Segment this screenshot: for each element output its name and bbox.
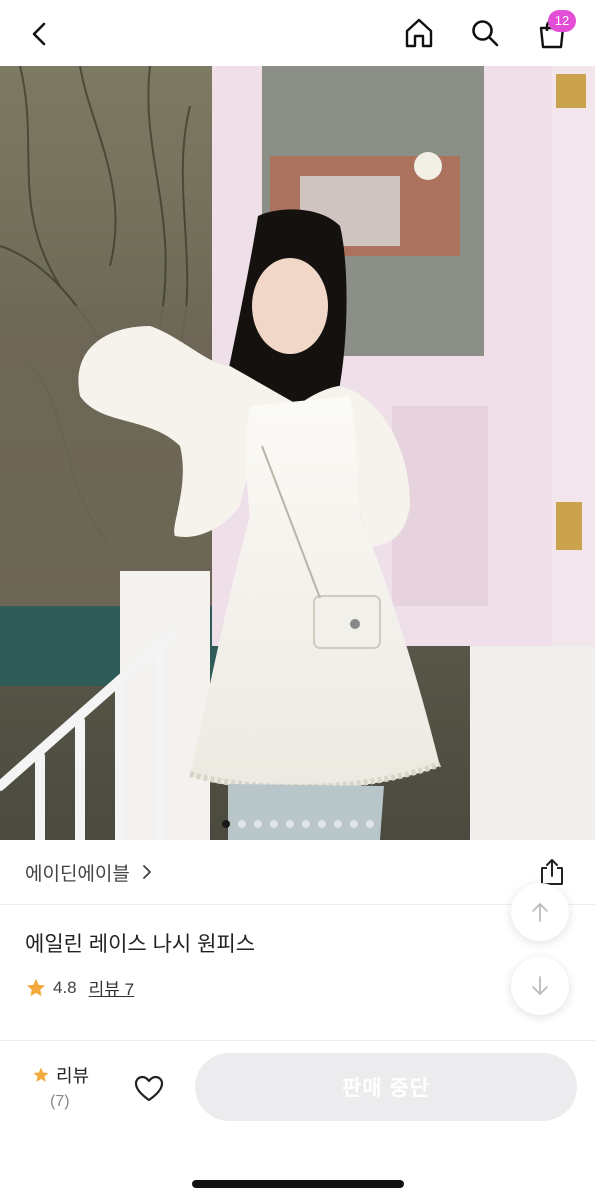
product-image-gallery[interactable] — [0, 66, 595, 840]
search-button[interactable] — [464, 12, 506, 54]
scroll-down-button[interactable] — [511, 957, 569, 1015]
chevron-right-icon — [142, 865, 151, 879]
review-tab-label: 리뷰 — [56, 1066, 90, 1086]
back-button[interactable] — [20, 14, 60, 54]
gallery-dot[interactable] — [317, 820, 326, 828]
home-icon — [405, 18, 433, 48]
home-indicator — [192, 1180, 404, 1188]
like-button[interactable] — [130, 1070, 168, 1108]
rating-row: 4.8 리뷰 7 — [25, 975, 134, 1000]
product-title: 에일린 레이스 나시 원피스 — [25, 933, 256, 956]
gallery-dot[interactable] — [253, 820, 262, 828]
gallery-dot[interactable] — [285, 820, 294, 828]
brand-row[interactable]: 에이딘에이블 — [0, 840, 595, 905]
brand-name[interactable]: 에이딘에이블 — [25, 859, 130, 886]
home-button[interactable] — [398, 12, 440, 54]
review-tab[interactable]: 리뷰 — [32, 1062, 89, 1088]
gallery-dot[interactable] — [301, 820, 310, 828]
gallery-dot[interactable] — [349, 820, 358, 828]
sold-out-button[interactable]: 판매 중단 — [195, 1053, 577, 1121]
gallery-dot[interactable] — [221, 820, 230, 828]
gallery-dot[interactable] — [237, 820, 246, 828]
gallery-dot[interactable] — [269, 820, 278, 828]
heart-icon — [134, 1075, 164, 1102]
rating-value: 4.8 — [53, 977, 77, 997]
gallery-pagination — [0, 820, 595, 828]
gallery-dot[interactable] — [333, 820, 342, 828]
review-link[interactable]: 리뷰 7 — [89, 975, 134, 1000]
top-bar: 12 — [0, 0, 595, 66]
gallery-dot[interactable] — [365, 820, 374, 828]
arrow-up-icon — [532, 903, 548, 922]
scroll-up-button[interactable] — [511, 883, 569, 941]
search-icon — [472, 20, 499, 47]
bottom-bar-divider — [0, 1040, 595, 1041]
arrow-down-icon — [532, 976, 548, 995]
star-icon — [33, 1067, 49, 1082]
review-tab-count: (7) — [50, 1093, 70, 1110]
star-icon — [26, 978, 46, 996]
product-photo — [0, 66, 595, 840]
back-icon — [32, 22, 46, 46]
cart-count-badge: 12 — [548, 10, 576, 32]
